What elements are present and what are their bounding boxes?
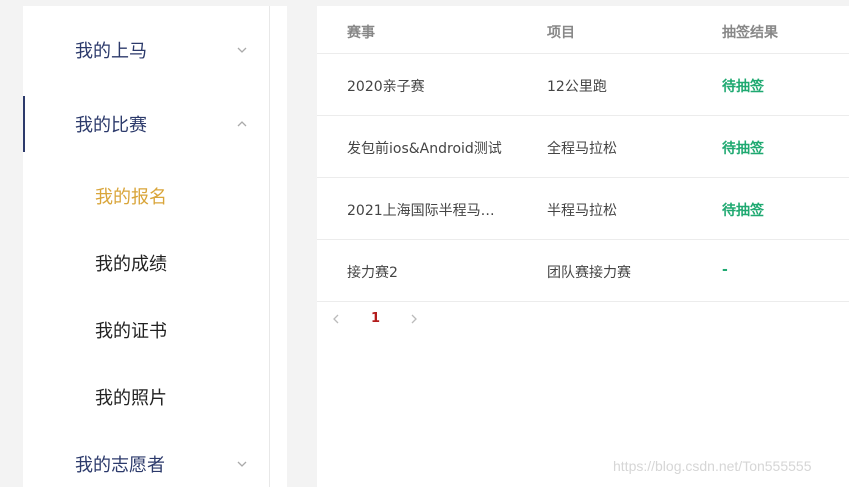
sidebar-subitem-label: 我的成绩 xyxy=(95,254,167,275)
sidebar-subitem-label: 我的报名 xyxy=(95,187,167,208)
column-header-event: 赛事 xyxy=(347,25,375,41)
event-cell: 发包前ios&Android测试 xyxy=(347,141,502,157)
sidebar-subitem-my-results[interactable]: 我的成绩 xyxy=(23,241,269,285)
item-cell: 全程马拉松 xyxy=(547,141,617,157)
table-row[interactable]: 发包前ios&Android测试 全程马拉松 待抽签 xyxy=(317,116,849,178)
item-cell: 半程马拉松 xyxy=(547,203,617,219)
sidebar: 我的上马 我的比赛 我的报名 我的成绩 我的证书 我的照片 我的志愿者 xyxy=(23,6,287,487)
sidebar-item-label: 我的比赛 xyxy=(75,115,147,136)
chevron-left-icon[interactable] xyxy=(329,312,343,326)
table-row[interactable]: 接力赛2 团队赛接力赛 - xyxy=(317,240,849,302)
draw-result-cell: 待抽签 xyxy=(722,203,764,219)
sidebar-divider xyxy=(269,6,270,487)
chevron-down-icon xyxy=(237,461,247,467)
event-cell: 2021上海国际半程马拉... xyxy=(347,203,507,219)
sidebar-item-my-races[interactable]: 我的比赛 xyxy=(23,96,269,152)
event-cell: 接力赛2 xyxy=(347,265,398,281)
chevron-right-icon[interactable] xyxy=(407,312,421,326)
pagination: 1 xyxy=(317,306,849,334)
chevron-down-icon xyxy=(237,47,247,53)
sidebar-subitem-my-registration[interactable]: 我的报名 xyxy=(23,174,269,218)
sidebar-subitem-label: 我的证书 xyxy=(95,321,167,342)
watermark: https://blog.csdn.net/Ton555555 xyxy=(613,458,812,474)
chevron-up-icon xyxy=(237,121,247,127)
sidebar-item-my-volunteer[interactable]: 我的志愿者 xyxy=(23,436,269,487)
sidebar-subitem-label: 我的照片 xyxy=(95,388,167,409)
table-header: 赛事 项目 抽签结果 xyxy=(317,6,849,54)
item-cell: 12公里跑 xyxy=(547,79,607,95)
column-header-item: 项目 xyxy=(547,25,575,41)
event-cell: 2020亲子赛 xyxy=(347,79,425,95)
table-row[interactable]: 2020亲子赛 12公里跑 待抽签 xyxy=(317,54,849,116)
sidebar-item-label: 我的志愿者 xyxy=(75,455,165,476)
sidebar-item-my-shangma[interactable]: 我的上马 xyxy=(23,22,269,78)
draw-result-cell: 待抽签 xyxy=(722,79,764,95)
sidebar-subitem-my-certificates[interactable]: 我的证书 xyxy=(23,308,269,352)
registration-table-panel: 赛事 项目 抽签结果 2020亲子赛 12公里跑 待抽签 发包前ios&Andr… xyxy=(317,6,849,487)
column-header-draw-result: 抽签结果 xyxy=(722,25,778,41)
draw-result-cell: 待抽签 xyxy=(722,141,764,157)
item-cell: 团队赛接力赛 xyxy=(547,265,631,281)
active-indicator xyxy=(23,96,25,152)
sidebar-item-label: 我的上马 xyxy=(75,41,147,62)
draw-result-cell: - xyxy=(722,262,728,278)
table-row[interactable]: 2021上海国际半程马拉... 半程马拉松 待抽签 xyxy=(317,178,849,240)
page-number-current[interactable]: 1 xyxy=(371,311,380,326)
sidebar-subitem-my-photos[interactable]: 我的照片 xyxy=(23,375,269,419)
